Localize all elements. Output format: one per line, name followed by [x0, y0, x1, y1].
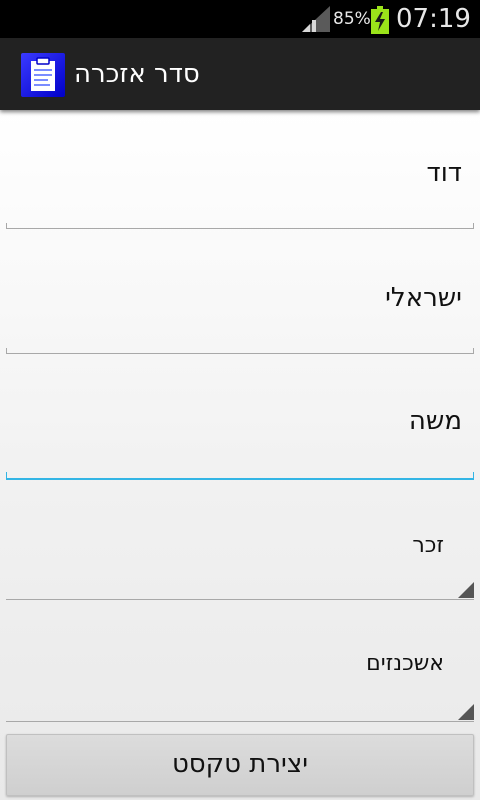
- father-name-underline: [6, 472, 474, 480]
- clipboard-icon[interactable]: [21, 53, 65, 97]
- form-content: דוד ישראלי משה זכר אשכנזים: [0, 110, 480, 800]
- spinner-arrow-icon: [458, 582, 474, 598]
- status-bar: 85% 07:19: [0, 0, 480, 38]
- last-name-underline: [6, 348, 474, 354]
- battery-percent: 85%: [333, 9, 371, 29]
- battery-charging-icon: [371, 6, 389, 34]
- last-name-field[interactable]: ישראלי: [6, 265, 474, 354]
- app-title: סדר אזכרה: [74, 59, 200, 89]
- first-name-field[interactable]: דוד: [6, 140, 474, 229]
- spinner-arrow-icon: [458, 704, 474, 720]
- clock: 07:19: [396, 4, 471, 34]
- father-name-value: משה: [408, 406, 462, 436]
- last-name-value: ישראלי: [385, 283, 462, 313]
- community-underline: [6, 721, 474, 722]
- gender-underline: [6, 599, 474, 600]
- first-name-value: דוד: [426, 158, 462, 188]
- signal-icon: [302, 6, 330, 32]
- action-bar: סדר אזכרה: [0, 38, 480, 110]
- community-spinner[interactable]: אשכנזים: [6, 635, 474, 722]
- create-text-button[interactable]: יצירת טקסט: [6, 734, 474, 796]
- community-selected: אשכנזים: [366, 651, 444, 676]
- gender-spinner[interactable]: זכר: [6, 515, 474, 600]
- first-name-underline: [6, 223, 474, 229]
- gender-selected: זכר: [412, 533, 444, 558]
- father-name-field[interactable]: משה: [6, 390, 474, 480]
